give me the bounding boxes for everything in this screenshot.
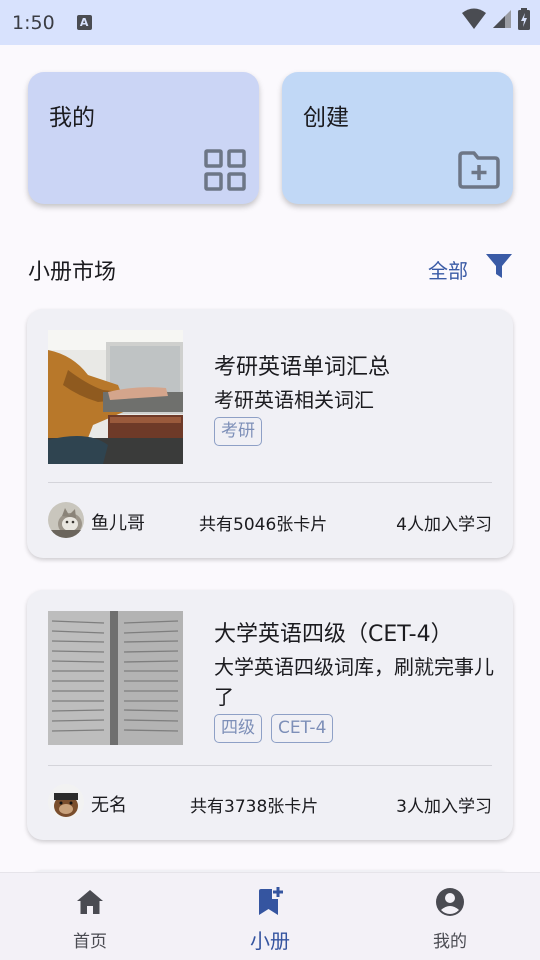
author-avatar[interactable] (48, 502, 84, 538)
nav-profile-label: 我的 (433, 932, 467, 952)
filter-icon[interactable] (485, 252, 513, 280)
book-title: 考研英语单词汇总 (214, 355, 391, 380)
wifi-icon (462, 8, 486, 29)
book-meta-row: 无名 共有3738张卡片 3人加入学习 (48, 784, 492, 820)
nav-home[interactable]: 首页 (0, 873, 180, 960)
card-divider (48, 482, 492, 483)
market-title: 小册市场 (28, 260, 117, 285)
nav-booklets-label: 小册 (250, 929, 290, 953)
nav-booklets[interactable]: 小册 (180, 873, 360, 960)
battery-icon (518, 8, 530, 30)
book-cover-image (48, 330, 183, 464)
grid-icon (204, 149, 246, 191)
author-name: 无名 (91, 795, 127, 816)
my-books-card[interactable]: 我的 (28, 72, 259, 204)
bottom-navigation: 首页 小册 我的 (0, 872, 540, 960)
card-count: 共有3738张卡片 (190, 797, 319, 817)
learner-count: 4人加入学习 (396, 515, 492, 535)
my-books-label: 我的 (49, 105, 95, 131)
notification-icon: A (76, 15, 92, 30)
nav-home-label: 首页 (73, 932, 107, 952)
book-cover-image (48, 611, 183, 745)
book-tag[interactable]: CET-4 (271, 714, 334, 743)
author-name: 鱼儿哥 (91, 513, 145, 534)
quick-actions: 我的 创建 (28, 72, 513, 204)
book-tag[interactable]: 考研 (214, 417, 262, 446)
book-tags: 考研 (214, 417, 262, 446)
book-card[interactable]: 考研英语单词汇总 考研英语相关词汇 考研 鱼儿哥 共有5046张卡片 4人加入学… (27, 309, 513, 558)
nav-profile[interactable]: 我的 (360, 873, 540, 960)
bookmark-add-icon (259, 887, 283, 915)
book-tags: 四级 CET-4 (214, 714, 334, 743)
create-book-card[interactable]: 创建 (282, 72, 513, 204)
book-title: 大学英语四级（CET-4） (214, 622, 453, 647)
folder-plus-icon (458, 151, 500, 189)
author-avatar[interactable] (48, 784, 84, 820)
book-description: 考研英语相关词汇 (214, 388, 374, 412)
create-book-label: 创建 (303, 105, 349, 131)
card-divider (48, 765, 492, 766)
status-bar: 1:50 A (0, 0, 540, 45)
status-icons (462, 8, 530, 30)
book-description: 大学英语四级词库，刷就完事儿了 (214, 655, 494, 709)
status-time: 1:50 (12, 11, 55, 34)
book-card[interactable]: 大学英语四级（CET-4） 大学英语四级词库，刷就完事儿了 四级 CET-4 无… (27, 590, 513, 840)
learner-count: 3人加入学习 (396, 797, 492, 817)
home-icon (77, 890, 103, 914)
book-tag[interactable]: 四级 (214, 714, 262, 743)
filter-all-button[interactable]: 全部 (428, 255, 468, 284)
account-circle-icon (436, 888, 464, 916)
market-header: 小册市场 全部 (28, 250, 513, 286)
card-count: 共有5046张卡片 (199, 515, 328, 535)
signal-icon (493, 10, 511, 28)
book-meta-row: 鱼儿哥 共有5046张卡片 4人加入学习 (48, 502, 492, 538)
